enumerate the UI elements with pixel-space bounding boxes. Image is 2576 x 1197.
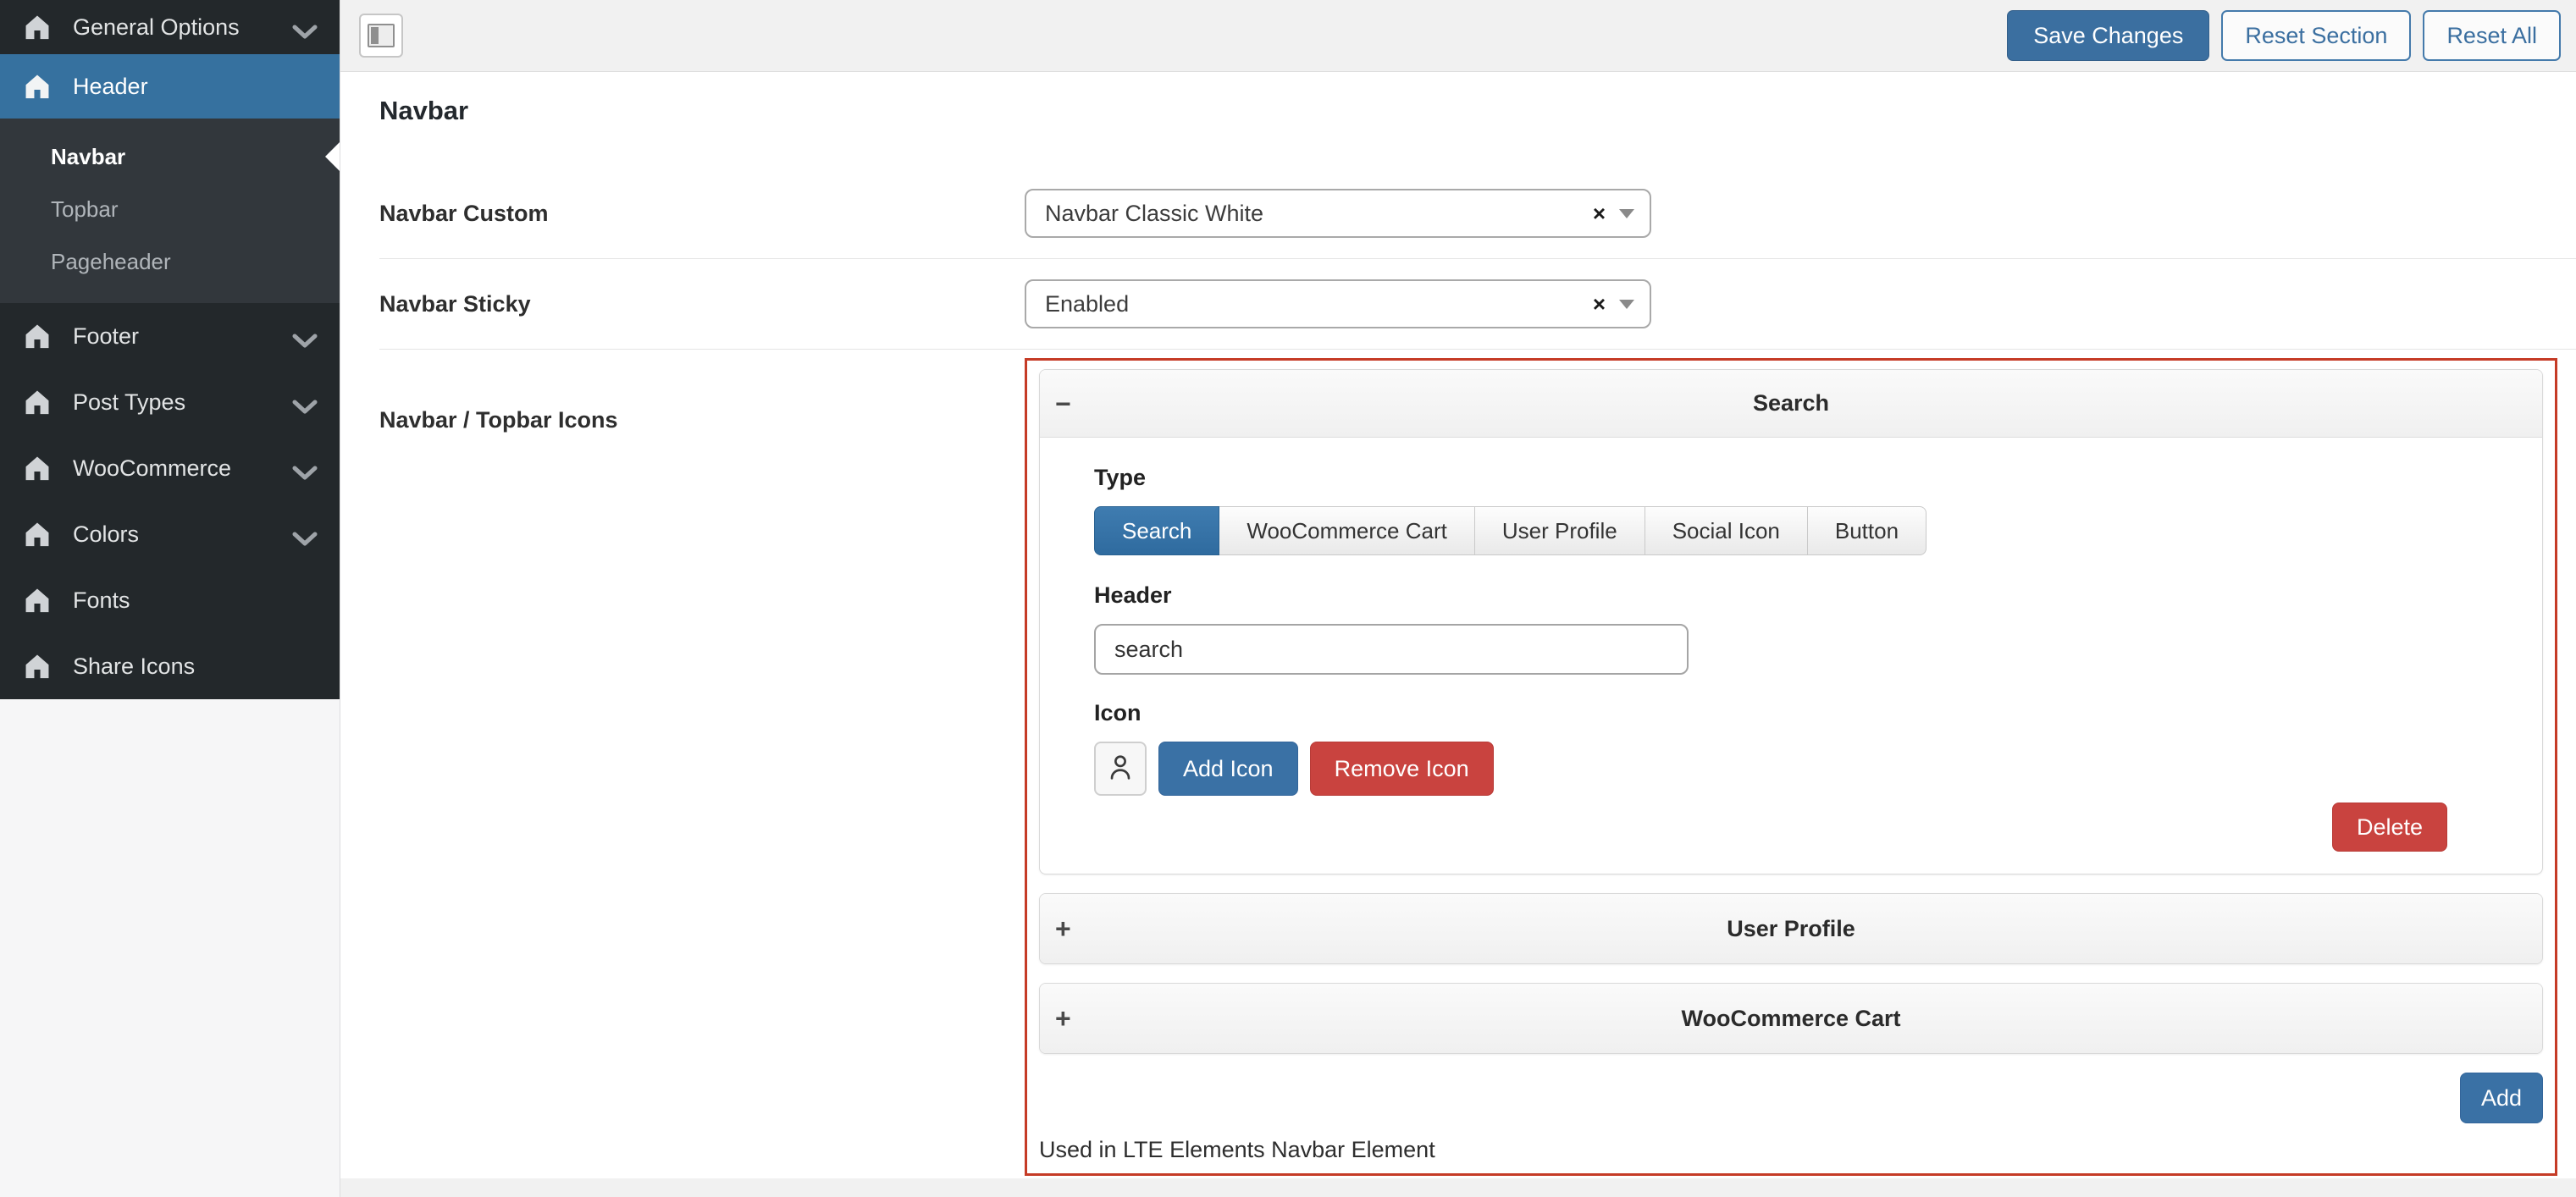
type-option-social-icon[interactable]: Social Icon [1645, 506, 1808, 555]
sidebar-item-label: Footer [73, 323, 139, 350]
home-icon [22, 586, 53, 615]
icon-row: Add Icon Remove Icon [1094, 742, 2495, 796]
user-icon [1107, 752, 1134, 786]
home-icon [22, 72, 53, 101]
sidebar-item-post-types[interactable]: Post Types [0, 369, 340, 435]
sidebar-item-topbar[interactable]: Topbar [0, 183, 340, 235]
sidebar-item-fonts[interactable]: Fonts [0, 567, 340, 633]
home-icon [22, 388, 53, 416]
add-row: Add [1039, 1073, 2543, 1123]
delete-row: Delete [1094, 803, 2495, 852]
add-panel-button[interactable]: Add [2460, 1073, 2543, 1123]
accordion-panel-search: − Search Type Search WooCommerce Cart Us… [1039, 369, 2543, 874]
chevron-down-icon [292, 328, 318, 344]
search-panel-body: Type Search WooCommerce Cart User Profil… [1040, 438, 2542, 874]
home-icon [22, 322, 53, 350]
sidebar-item-label: Header [73, 74, 148, 100]
accordion-panel-woocommerce-cart: + WooCommerce Cart [1039, 983, 2543, 1054]
layout-icon [368, 24, 395, 47]
sidebar-item-label: General Options [73, 14, 240, 41]
save-changes-button[interactable]: Save Changes [2007, 10, 2209, 61]
navbar-sticky-select[interactable]: Enabled × [1025, 279, 1651, 328]
delete-button[interactable]: Delete [2332, 803, 2447, 852]
icon-section-heading: Icon [1094, 700, 2495, 726]
chevron-down-icon [292, 461, 318, 476]
header-submenu: Navbar Topbar Pageheader [0, 119, 340, 303]
sidebar-item-footer[interactable]: Footer [0, 303, 340, 369]
panel-title: Search [1753, 390, 1829, 416]
chevron-down-icon [292, 394, 318, 410]
home-icon [22, 652, 53, 681]
sidebar-item-colors[interactable]: Colors [0, 501, 340, 567]
type-option-woocommerce-cart[interactable]: WooCommerce Cart [1219, 506, 1474, 555]
field-label: Navbar Custom [379, 201, 1025, 227]
sidebar-item-share-icons[interactable]: Share Icons [0, 633, 340, 699]
toolbar-actions: Save Changes Reset Section Reset All [2007, 10, 2561, 61]
sidebar-item-pageheader[interactable]: Pageheader [0, 235, 340, 288]
settings-panel: Navbar Navbar Custom Navbar Classic Whit… [340, 72, 2576, 1178]
sidebar-item-label: WooCommerce [73, 455, 231, 482]
page-background [340, 1178, 2576, 1197]
type-section-heading: Type [1094, 465, 2495, 491]
options-menu: General Options Header Navbar Topbar Pag… [0, 0, 340, 699]
expand-panel-icon[interactable]: + [1055, 1005, 1071, 1032]
panel-title: User Profile [1727, 916, 1855, 942]
field-row-navbar-topbar-icons: Navbar / Topbar Icons − Search Type Sear… [379, 350, 2576, 1196]
clear-selection-icon[interactable]: × [1593, 291, 1606, 317]
sidebar-item-label: Pageheader [51, 249, 171, 275]
caret-down-icon [1619, 300, 1634, 309]
home-icon [22, 13, 53, 41]
collapse-panel-icon[interactable]: − [1055, 390, 1071, 417]
select-value: Navbar Classic White [1045, 201, 1263, 227]
sidebar-item-woocommerce[interactable]: WooCommerce [0, 435, 340, 501]
reset-all-button[interactable]: Reset All [2423, 10, 2561, 61]
expand-panel-icon[interactable]: + [1055, 915, 1071, 942]
accordion-panel-user-profile: + User Profile [1039, 893, 2543, 964]
home-icon [22, 454, 53, 483]
field-label: Navbar Sticky [379, 291, 1025, 317]
home-icon [22, 520, 53, 549]
type-button-group: Search WooCommerce Cart User Profile Soc… [1094, 506, 1926, 555]
accordion-header-search[interactable]: − Search [1040, 370, 2542, 438]
options-sidebar: General Options Header Navbar Topbar Pag… [0, 0, 340, 1197]
accordion-header-user-profile[interactable]: + User Profile [1040, 894, 2542, 963]
field-row-navbar-sticky: Navbar Sticky Enabled × [379, 259, 2576, 350]
icon-preview-button[interactable] [1094, 742, 1147, 796]
accordion-header-woocommerce-cart[interactable]: + WooCommerce Cart [1040, 984, 2542, 1053]
select-value: Enabled [1045, 291, 1129, 317]
panel-title: WooCommerce Cart [1681, 1006, 1900, 1032]
field-label: Navbar / Topbar Icons [379, 407, 1025, 433]
clear-selection-icon[interactable]: × [1593, 201, 1606, 227]
type-option-button[interactable]: Button [1808, 506, 1926, 555]
chevron-down-icon [292, 19, 318, 35]
sidebar-item-header[interactable]: Header [0, 54, 340, 119]
sidebar-item-general-options[interactable]: General Options [0, 0, 340, 54]
navbar-custom-select[interactable]: Navbar Classic White × [1025, 189, 1651, 238]
caret-down-icon [1619, 209, 1634, 218]
page-title: Navbar [379, 72, 2576, 168]
sidebar-item-label: Post Types [73, 389, 185, 416]
chevron-down-icon [292, 527, 318, 542]
navbar-topbar-icons-editor: − Search Type Search WooCommerce Cart Us… [1025, 358, 2557, 1176]
sidebar-item-label: Topbar [51, 196, 119, 223]
reset-section-button[interactable]: Reset Section [2221, 10, 2411, 61]
sidebar-item-label: Colors [73, 521, 139, 548]
header-section-heading: Header [1094, 582, 2495, 609]
header-text-input[interactable] [1094, 624, 1689, 675]
sidebar-item-navbar[interactable]: Navbar [0, 130, 340, 183]
type-option-user-profile[interactable]: User Profile [1475, 506, 1645, 555]
field-description: Used in LTE Elements Navbar Element [1039, 1137, 2543, 1163]
add-icon-button[interactable]: Add Icon [1158, 742, 1298, 796]
top-strip: Save Changes Reset Section Reset All [340, 0, 2576, 72]
sidebar-item-label: Navbar [51, 144, 125, 170]
remove-icon-button[interactable]: Remove Icon [1310, 742, 1494, 796]
sidebar-item-label: Fonts [73, 587, 130, 614]
type-option-search[interactable]: Search [1094, 506, 1219, 555]
field-row-navbar-custom: Navbar Custom Navbar Classic White × [379, 168, 2576, 259]
collapse-sidebar-button[interactable] [359, 14, 403, 58]
sidebar-item-label: Share Icons [73, 654, 195, 680]
